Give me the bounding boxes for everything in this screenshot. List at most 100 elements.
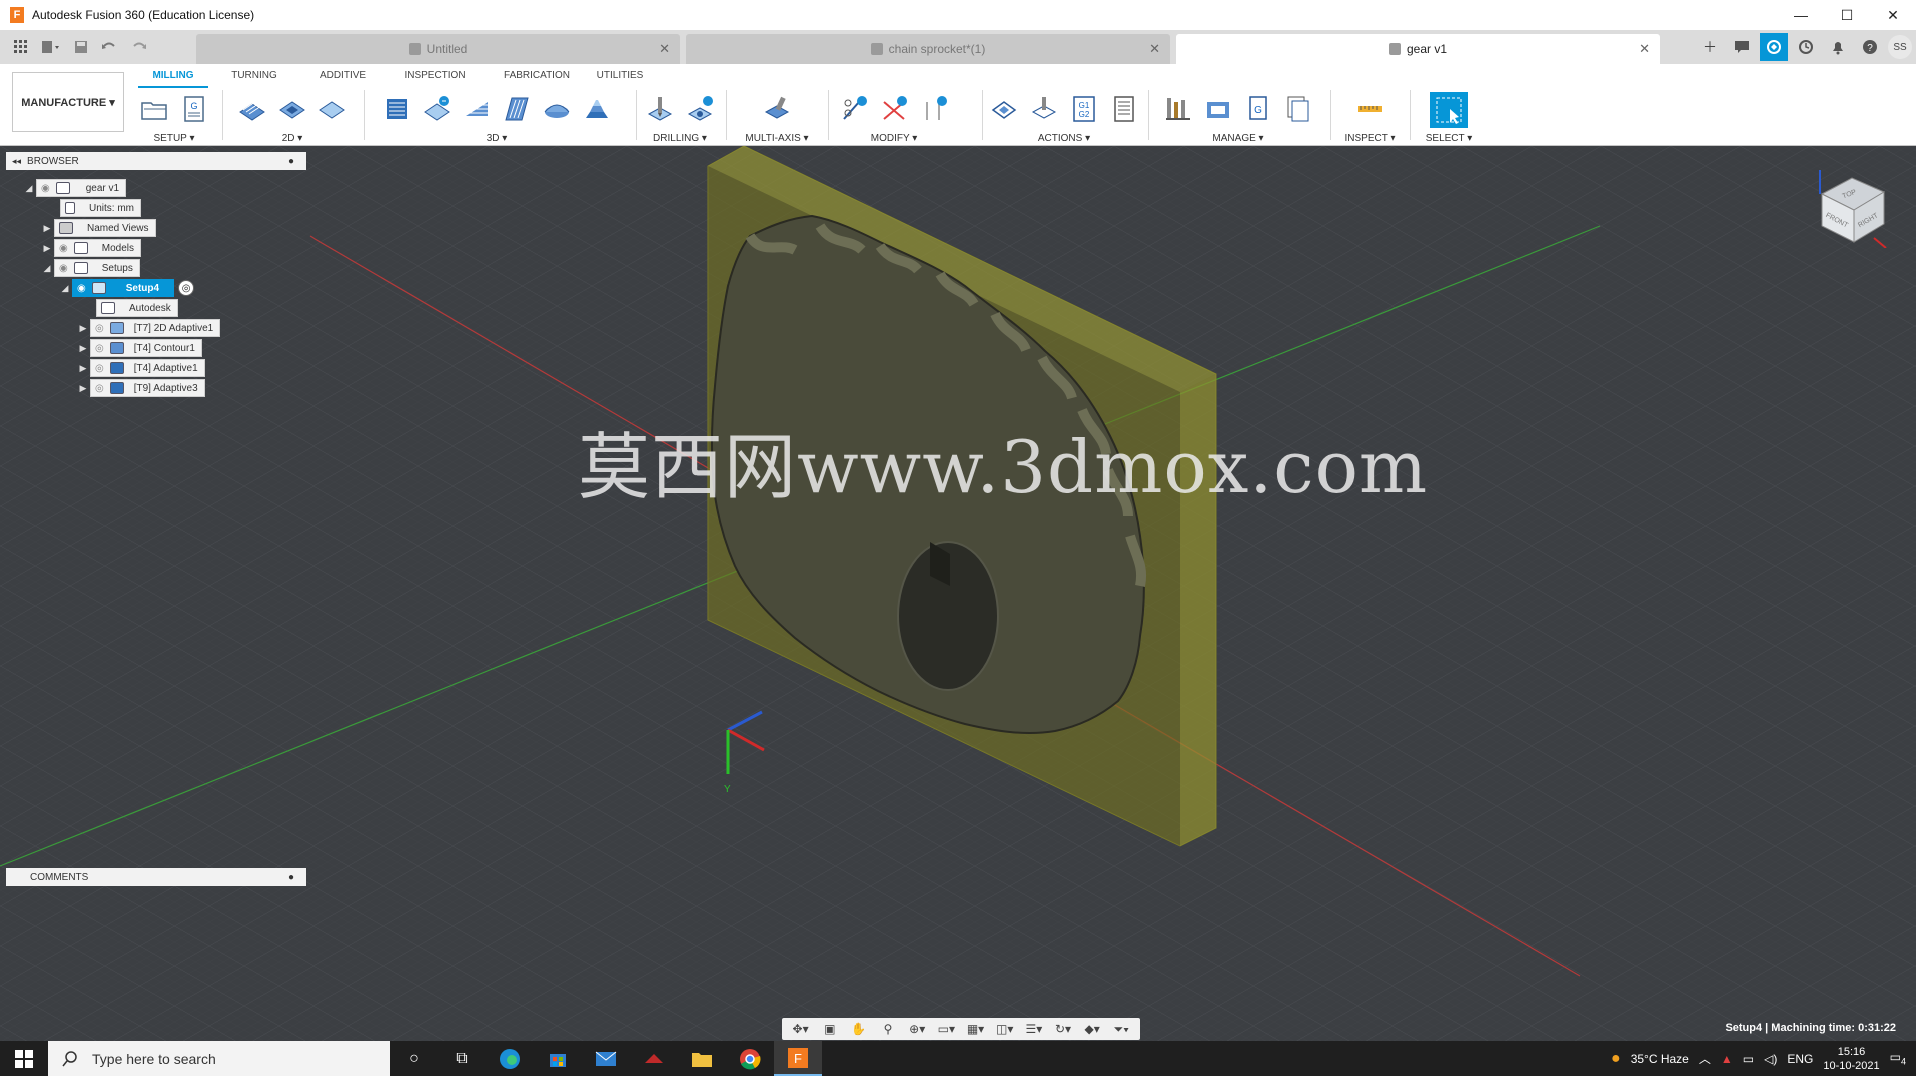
group-label-actions[interactable]: ACTIONS ▾ — [984, 133, 1144, 144]
activate-setup-icon[interactable]: ◎ — [178, 280, 195, 296]
close-tab-icon[interactable]: ✕ — [659, 41, 670, 57]
close-button[interactable]: ✕ — [1870, 0, 1916, 30]
pin-icon[interactable]: ● — [288, 872, 294, 883]
tray-app-icon[interactable]: ▲ — [1721, 1052, 1733, 1066]
multi-axis-icon[interactable] — [760, 92, 794, 126]
face-icon[interactable] — [315, 92, 349, 126]
language-indicator[interactable]: ENG — [1787, 1052, 1813, 1066]
post-process-icon[interactable]: G1 G2 — [1067, 92, 1101, 126]
template-library-icon[interactable] — [1281, 92, 1315, 126]
comments-panel[interactable]: COMMENTS ● — [6, 868, 306, 886]
tree-node-contour1[interactable]: ▶ ◎ [T4] Contour1 — [76, 338, 202, 358]
delete-toolpath-icon[interactable] — [877, 92, 911, 126]
new-tab-icon[interactable]: ＋ — [1696, 33, 1724, 61]
tab-milling[interactable]: MILLING — [138, 68, 208, 88]
tab-chain-sprocket[interactable]: chain sprocket*(1) ✕ — [686, 34, 1170, 64]
close-tab-icon[interactable]: ✕ — [1639, 41, 1650, 57]
simulate-icon[interactable] — [987, 92, 1021, 126]
drill-icon[interactable] — [643, 92, 677, 126]
group-label-drilling[interactable]: DRILLING ▾ — [640, 133, 720, 144]
group-label-modify[interactable]: MODIFY ▾ — [832, 133, 956, 144]
browser-header[interactable]: ◂◂ BROWSER ● — [6, 152, 306, 170]
weather-text[interactable]: 35°C Haze — [1631, 1052, 1689, 1066]
chrome-icon[interactable] — [726, 1041, 774, 1076]
file-menu-icon[interactable] — [38, 36, 64, 58]
group-label-select[interactable]: SELECT ▾ — [1414, 133, 1484, 144]
filter-icon[interactable]: ⏷▾ — [1107, 1022, 1135, 1037]
setup-folder-icon[interactable] — [137, 92, 171, 126]
3d-viewport[interactable]: Y 莫西网www.3dmox.com TOP FRONT RIGHT ◂◂ BR… — [0, 146, 1916, 1041]
2d-pocket-icon[interactable] — [275, 92, 309, 126]
mail-icon[interactable] — [582, 1041, 630, 1076]
nc-program-icon[interactable]: G — [177, 92, 211, 126]
collapse-arrow-icon[interactable]: ◢ — [22, 183, 36, 194]
tool-library-icon[interactable] — [1161, 92, 1195, 126]
viewports-icon[interactable]: ◫▾ — [991, 1022, 1019, 1036]
tree-node-2d-adaptive1[interactable]: ▶ ◎ [T7] 2D Adaptive1 — [76, 318, 221, 338]
fusion360-taskbar-icon[interactable]: F — [774, 1041, 822, 1076]
visibility-eye-icon[interactable]: ◎ — [95, 363, 104, 374]
tree-node-gear-v1[interactable]: ◢ ◉ gear v1 — [22, 178, 127, 198]
taskbar-search[interactable]: Type here to search — [48, 1041, 390, 1076]
tree-node-models[interactable]: ▶ ◉ Models — [40, 238, 141, 258]
help-icon[interactable]: ? — [1856, 33, 1884, 61]
measure-icon[interactable] — [1353, 92, 1387, 126]
task-view-icon[interactable]: ⧉ — [438, 1041, 486, 1076]
group-label-setup[interactable]: SETUP ▾ — [134, 133, 214, 144]
hole-recognition-icon[interactable] — [683, 92, 717, 126]
select-icon[interactable] — [1430, 92, 1468, 128]
volume-icon[interactable]: ◁) — [1764, 1052, 1777, 1066]
battery-icon[interactable]: ▭ — [1743, 1052, 1754, 1066]
stock-display-icon[interactable]: ◆▾ — [1078, 1022, 1106, 1036]
expand-arrow-icon[interactable]: ▶ — [76, 323, 90, 334]
zoom-icon[interactable]: ⚲ — [874, 1022, 902, 1036]
grid-settings-icon[interactable]: ▦▾ — [962, 1022, 990, 1036]
toolpath-display-icon[interactable]: ☰▾ — [1020, 1022, 1048, 1036]
group-label-2d[interactable]: 2D ▾ — [226, 133, 358, 144]
viewcube[interactable]: TOP FRONT RIGHT — [1812, 168, 1892, 248]
visibility-eye-icon[interactable]: ◉ — [41, 183, 50, 194]
maximize-button[interactable]: ☐ — [1824, 0, 1870, 30]
tree-node-adaptive1[interactable]: ▶ ◎ [T4] Adaptive1 — [76, 358, 205, 378]
tree-node-setups[interactable]: ◢ ◉ Setups — [40, 258, 140, 278]
collapse-arrow-icon[interactable]: ◢ — [40, 263, 54, 274]
visibility-eye-icon[interactable]: ◉ — [59, 263, 68, 274]
display-settings-icon[interactable]: ▭▾ — [932, 1022, 960, 1036]
notifications-icon[interactable] — [1824, 33, 1852, 61]
redo-icon[interactable] — [128, 36, 154, 58]
group-label-multi-axis[interactable]: MULTI-AXIS ▾ — [730, 133, 824, 144]
clock[interactable]: 15:16 10-10-2021 — [1823, 1045, 1879, 1073]
regenerate-icon[interactable]: ↻▾ — [1049, 1022, 1077, 1036]
comments-icon[interactable] — [1728, 33, 1756, 61]
visibility-eye-icon[interactable]: ◎ — [95, 343, 104, 354]
app-red-icon[interactable] — [630, 1041, 678, 1076]
minimize-button[interactable]: — — [1778, 0, 1824, 30]
3d-adaptive-icon[interactable] — [380, 92, 414, 126]
tree-node-adaptive3[interactable]: ▶ ◎ [T9] Adaptive3 — [76, 378, 205, 398]
collapse-arrow-icon[interactable]: ◢ — [58, 283, 72, 294]
tab-gear-v1[interactable]: gear v1 ✕ — [1176, 34, 1660, 64]
expand-arrow-icon[interactable]: ▶ — [76, 343, 90, 354]
group-label-inspect[interactable]: INSPECT ▾ — [1334, 133, 1406, 144]
orbit-icon[interactable]: ✥▾ — [787, 1022, 815, 1036]
simulate-with-machine-icon[interactable] — [1027, 92, 1061, 126]
reorder-icon[interactable] — [917, 92, 951, 126]
undo-icon[interactable] — [98, 36, 124, 58]
tab-utilities[interactable]: UTILITIES — [590, 68, 650, 88]
job-status-icon[interactable] — [1792, 33, 1820, 61]
collapse-panel-icon[interactable]: ◂◂ — [12, 156, 21, 167]
extensions-icon[interactable] — [1760, 33, 1788, 61]
look-at-icon[interactable]: ▣ — [816, 1022, 844, 1036]
tree-node-setup4[interactable]: ◢ ◉ Setup4 ◎ — [58, 278, 195, 298]
parallel-icon[interactable] — [500, 92, 534, 126]
weather-icon[interactable]: ● — [1611, 1050, 1621, 1068]
setup-sheet-icon[interactable] — [1107, 92, 1141, 126]
notification-center-icon[interactable]: ▭4 — [1890, 1050, 1906, 1066]
visibility-eye-icon[interactable]: ◎ — [95, 323, 104, 334]
tree-node-units[interactable]: Units: mm — [60, 198, 141, 218]
expand-arrow-icon[interactable]: ▶ — [40, 243, 54, 254]
pan-icon[interactable]: ✋ — [845, 1022, 873, 1036]
tab-inspection[interactable]: INSPECTION — [386, 68, 484, 88]
expand-arrow-icon[interactable]: ▶ — [76, 383, 90, 394]
tab-fabrication[interactable]: FABRICATION — [484, 68, 590, 88]
